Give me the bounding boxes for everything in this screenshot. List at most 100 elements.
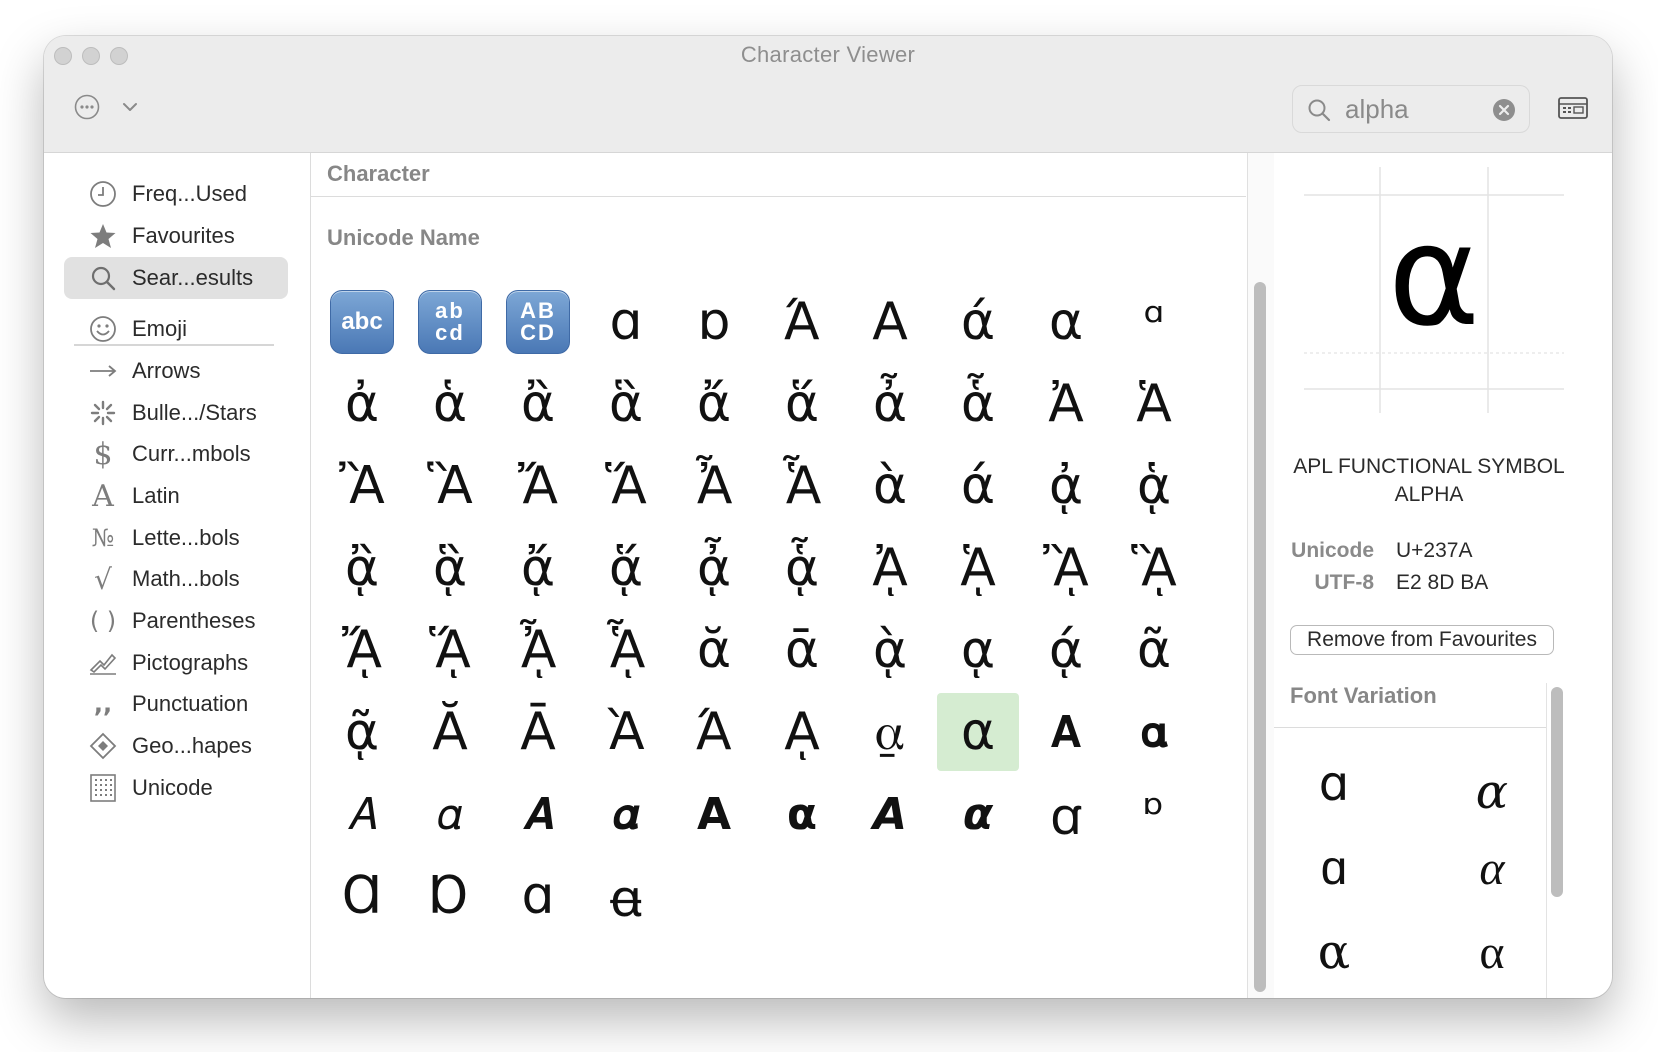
- keyboard-viewer-icon[interactable]: [1558, 96, 1588, 120]
- character-cell[interactable]: 𝛼: [409, 775, 491, 853]
- character-cell[interactable]: ᾲ: [849, 611, 931, 689]
- character-cell[interactable]: ᾄ: [497, 529, 579, 607]
- character-cell[interactable]: ᾼ: [761, 693, 843, 771]
- character-cell[interactable]: Ἇ: [761, 447, 843, 525]
- character-cell[interactable]: ᾇ: [761, 529, 843, 607]
- character-cell[interactable]: Ᾰ: [409, 693, 491, 771]
- font-variation-cell[interactable]: ɑ: [1284, 749, 1384, 819]
- character-cell[interactable]: ᵅ: [1113, 283, 1195, 361]
- character-cell[interactable]: ᾉ: [937, 529, 1019, 607]
- character-cell[interactable]: ɑ: [585, 283, 667, 361]
- character-cell[interactable]: ᾁ: [1113, 447, 1195, 525]
- character-cell[interactable]: ⍺: [937, 693, 1019, 771]
- character-cell[interactable]: Ἁ: [1113, 365, 1195, 443]
- character-cell[interactable]: ᾳ: [937, 611, 1019, 689]
- sidebar-item-punctuation[interactable]: ,, Punctuation: [64, 683, 288, 725]
- character-cell[interactable]: ab cd: [409, 283, 491, 361]
- character-cell[interactable]: Α: [849, 283, 931, 361]
- chevron-down-icon[interactable]: [122, 100, 138, 114]
- character-cell[interactable]: ᾷ: [321, 693, 403, 771]
- character-cell[interactable]: ᾃ: [409, 529, 491, 607]
- character-cell[interactable]: ᾋ: [1113, 529, 1195, 607]
- character-cell[interactable]: ꭤ: [1025, 775, 1107, 853]
- clear-search-icon[interactable]: [1492, 98, 1516, 122]
- character-cell[interactable]: Ɑ: [321, 857, 403, 935]
- character-cell[interactable]: ᶛ: [1113, 775, 1195, 853]
- character-cell[interactable]: ᾀ: [1025, 447, 1107, 525]
- character-cell[interactable]: Ἄ: [497, 447, 579, 525]
- sidebar-item-freq-used[interactable]: Freq...Used: [64, 173, 288, 215]
- character-cell[interactable]: ᾏ: [585, 611, 667, 689]
- character-cell[interactable]: ᾌ: [321, 611, 403, 689]
- sidebar-item-arrows[interactable]: Arrows: [64, 350, 288, 392]
- character-cell[interactable]: ɒ: [673, 283, 755, 361]
- character-cell[interactable]: ᾆ: [673, 529, 755, 607]
- character-cell[interactable]: Ά: [673, 693, 755, 771]
- sidebar-item-emoji[interactable]: Emoji: [64, 308, 288, 350]
- character-cell[interactable]: 𝛂: [1113, 693, 1195, 771]
- character-cell[interactable]: ᾎ: [497, 611, 579, 689]
- character-cell[interactable]: ἃ: [585, 365, 667, 443]
- character-cell[interactable]: ἂ: [497, 365, 579, 443]
- character-cell[interactable]: ᾊ: [1025, 529, 1107, 607]
- character-cell[interactable]: ἄ: [673, 365, 755, 443]
- character-cell[interactable]: 𝜶: [585, 775, 667, 853]
- sidebar-item-latin[interactable]: A Latin: [64, 475, 288, 517]
- ellipsis-circle-icon[interactable]: [74, 94, 100, 120]
- character-cell[interactable]: ᾅ: [585, 529, 667, 607]
- character-cell[interactable]: ᾂ: [321, 529, 403, 607]
- character-cell[interactable]: ἆ: [849, 365, 931, 443]
- sidebar-item-bulle-stars[interactable]: Bulle.../Stars: [64, 392, 288, 434]
- font-variation-cell[interactable]: α: [1284, 917, 1384, 987]
- character-scrollbar-thumb[interactable]: [1254, 282, 1266, 992]
- font-variation-cell[interactable]: α: [1442, 757, 1542, 827]
- search-field[interactable]: [1292, 85, 1530, 133]
- sidebar-item-lette-bols[interactable]: № Lette...bols: [64, 517, 288, 559]
- character-cell[interactable]: ⍶: [849, 693, 931, 771]
- sidebar-item-curr-mbols[interactable]: $ Curr...mbols: [64, 433, 288, 475]
- character-cell[interactable]: 𝜜: [497, 775, 579, 853]
- character-cell[interactable]: AB CD: [497, 283, 579, 361]
- character-cell[interactable]: Ɒ: [409, 857, 491, 935]
- character-cell[interactable]: ἀ: [321, 365, 403, 443]
- character-cell[interactable]: ὰ: [849, 447, 931, 525]
- character-cell[interactable]: Ἃ: [409, 447, 491, 525]
- character-cell[interactable]: 𝞪: [937, 775, 1019, 853]
- sidebar-item-geo-hapes[interactable]: Geo...hapes: [64, 725, 288, 767]
- character-cell[interactable]: ᾶ: [1113, 611, 1195, 689]
- sidebar-item-sear-esults[interactable]: Sear...esults: [64, 257, 288, 299]
- character-cell[interactable]: ἇ: [937, 365, 1019, 443]
- character-cell[interactable]: Ἀ: [1025, 365, 1107, 443]
- character-cell[interactable]: ɑ: [497, 857, 579, 935]
- character-cell[interactable]: ά: [937, 447, 1019, 525]
- sidebar-item-math-bols[interactable]: √ Math...bols: [64, 558, 288, 600]
- character-cell[interactable]: ά: [937, 283, 1019, 361]
- character-cell[interactable]: 𝞐: [849, 775, 931, 853]
- character-cell[interactable]: ᾈ: [849, 529, 931, 607]
- character-cell[interactable]: ἁ: [409, 365, 491, 443]
- character-cell[interactable]: 𝝖: [673, 775, 755, 853]
- font-variation-cell[interactable]: α: [1442, 833, 1542, 903]
- character-cell[interactable]: Ἅ: [585, 447, 667, 525]
- font-variation-cell[interactable]: α: [1442, 917, 1542, 987]
- character-cell[interactable]: Ὰ: [585, 693, 667, 771]
- character-cell[interactable]: ἅ: [761, 365, 843, 443]
- character-cell[interactable]: α: [1025, 283, 1107, 361]
- character-cell[interactable]: ᾰ: [673, 611, 755, 689]
- sidebar-item-unicode[interactable]: Unicode: [64, 767, 288, 809]
- character-cell[interactable]: 𝛢: [321, 775, 403, 853]
- font-variation-cell[interactable]: ɑ: [1284, 833, 1384, 903]
- character-cell[interactable]: ᾱ: [761, 611, 843, 689]
- search-input[interactable]: [1345, 92, 1485, 126]
- character-cell[interactable]: abc: [321, 283, 403, 361]
- font-variation-scrollbar-thumb[interactable]: [1551, 687, 1563, 897]
- character-cell[interactable]: Ᾱ: [497, 693, 579, 771]
- character-cell[interactable]: ᾴ: [1025, 611, 1107, 689]
- sidebar-item-pictographs[interactable]: Pictographs: [64, 642, 288, 684]
- character-cell[interactable]: ᾍ: [409, 611, 491, 689]
- character-cell[interactable]: Ἆ: [673, 447, 755, 525]
- character-cell[interactable]: 𝝰: [761, 775, 843, 853]
- character-cell[interactable]: 𝚨: [1025, 693, 1107, 771]
- sidebar-item-parentheses[interactable]: ( ) Parentheses: [64, 600, 288, 642]
- column-header[interactable]: Character: [327, 161, 430, 187]
